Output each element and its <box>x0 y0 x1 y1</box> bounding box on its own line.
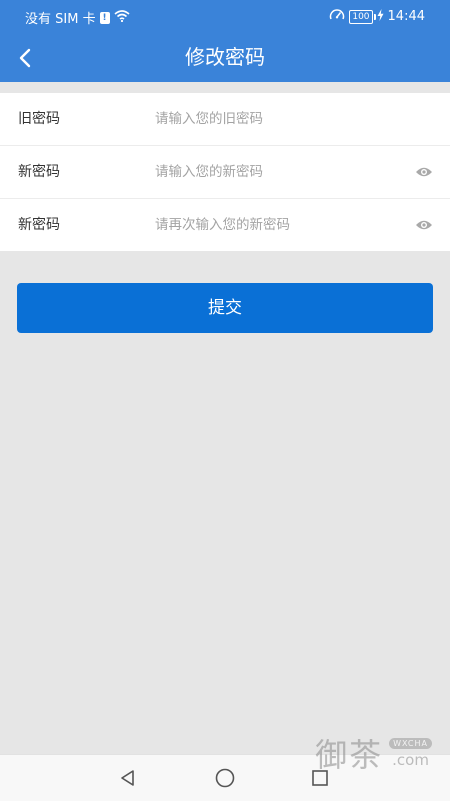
submit-button[interactable]: 提交 <box>17 283 433 333</box>
new-password-visibility-toggle[interactable] <box>414 163 434 181</box>
status-left: 没有 SIM 卡 ! <box>25 8 130 27</box>
nav-home-button[interactable] <box>214 767 236 789</box>
battery-indicator: 100 <box>349 9 376 24</box>
old-password-label: 旧密码 <box>18 111 60 127</box>
status-bar: 没有 SIM 卡 ! 100 14:44 <box>0 0 450 33</box>
app-header: 没有 SIM 卡 ! 100 14:44 修改密码 <box>0 0 450 82</box>
watermark-logo: 御茶 WXCHA .com <box>315 730 432 776</box>
confirm-password-visibility-toggle[interactable] <box>414 216 434 234</box>
watermark-badge: WXCHA <box>389 737 432 749</box>
confirm-password-row: 新密码 <box>0 199 450 251</box>
clock-time: 14:44 <box>387 9 425 24</box>
new-password-input[interactable] <box>155 159 395 185</box>
new-password-label: 新密码 <box>18 164 60 180</box>
page-title: 修改密码 <box>185 45 265 69</box>
watermark-chars: 御茶 <box>315 736 384 774</box>
password-form: 旧密码 新密码 新密码 <box>0 93 450 251</box>
triangle-back-icon <box>121 770 134 786</box>
new-password-row: 新密码 <box>0 146 450 199</box>
bolt-icon <box>377 8 384 25</box>
old-password-input[interactable] <box>155 106 395 132</box>
carrier-text: 没有 SIM 卡 <box>25 12 96 27</box>
wifi-icon <box>114 9 130 26</box>
sim-alert-icon: ! <box>99 11 110 24</box>
eye-icon <box>416 220 432 230</box>
watermark-domain: .com <box>392 750 429 769</box>
status-right: 100 14:44 <box>329 8 425 25</box>
watermark-side: WXCHA .com <box>389 737 432 769</box>
speedometer-icon <box>329 8 345 25</box>
confirm-password-label: 新密码 <box>18 217 60 233</box>
nav-bar: 修改密码 <box>0 33 450 82</box>
old-password-row: 旧密码 <box>0 93 450 146</box>
confirm-password-input[interactable] <box>155 212 395 238</box>
eye-icon <box>416 167 432 177</box>
nav-back-button[interactable] <box>117 767 139 789</box>
circle-home-icon <box>215 768 235 788</box>
